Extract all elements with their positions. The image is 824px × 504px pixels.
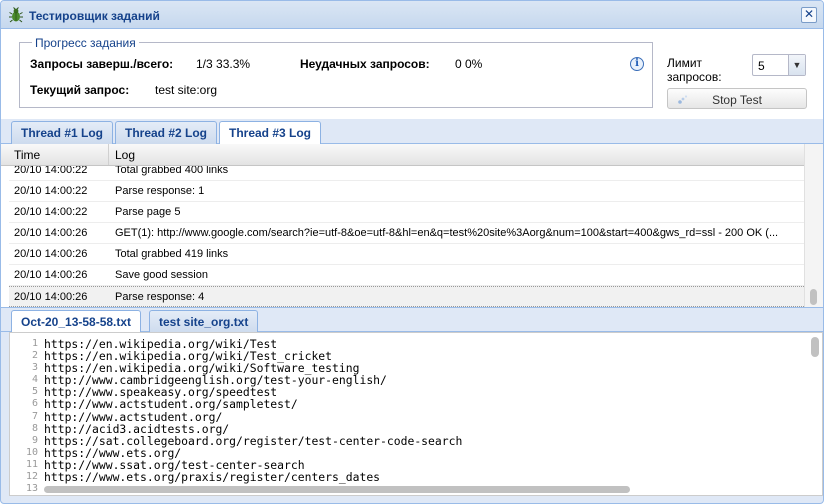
table-row[interactable]: 20/10 14:00:26 GET(1): http://www.google…	[9, 223, 804, 244]
log-grid: Time Log 20/10 14:00:22 Total grabbed 40…	[1, 144, 823, 307]
stop-test-button[interactable]: Stop Test	[667, 88, 807, 109]
row-time: 20/10 14:00:22	[14, 166, 88, 176]
info-icon[interactable]: i	[630, 57, 644, 71]
limit-select[interactable]: 5 ▼	[752, 54, 806, 76]
row-log: Parse page 5	[115, 206, 181, 218]
done-value: 1/3 33.3%	[196, 57, 251, 71]
progress-area: Прогресс задания Запросы заверш./всего: …	[1, 29, 823, 119]
tab-file-results[interactable]: test site_org.txt	[149, 310, 259, 333]
row-log: Parse response: 4	[115, 291, 205, 303]
file-tab-bar: Oct-20_13-58-58.txt test site_org.txt	[1, 307, 823, 334]
title-bar[interactable]: Тестировщик заданий ✕	[1, 1, 823, 29]
line-number: 10	[25, 446, 38, 458]
line-number: 6	[31, 398, 38, 410]
code-area[interactable]: https://en.wikipedia.org/wiki/Test https…	[44, 338, 804, 486]
row-time: 20/10 14:00:26	[14, 269, 88, 281]
limit-label-text: Лимит запросов:	[667, 56, 722, 84]
tab-thread-1[interactable]: Thread #1 Log	[11, 121, 114, 144]
table-row[interactable]: 20/10 14:00:26 Total grabbed 419 links	[9, 244, 804, 265]
thread-tab-bar: Thread #1 Log Thread #2 Log Thread #3 Lo…	[1, 119, 823, 145]
row-time: 20/10 14:00:26	[14, 227, 88, 239]
line-number: 9	[31, 434, 38, 446]
log-scrollbar-thumb[interactable]	[810, 289, 817, 305]
results-editor[interactable]: 1 2 3 4 5 6 7 8 9 10 11 12 13 https://en…	[9, 332, 823, 496]
editor-horizontal-scrollbar[interactable]	[44, 486, 630, 493]
tab-thread-2[interactable]: Thread #2 Log	[115, 121, 218, 144]
row-time: 20/10 14:00:22	[14, 206, 88, 218]
line-number: 11	[25, 458, 38, 470]
code-line: http://acid3.acidtests.org/	[44, 421, 230, 436]
row-time: 20/10 14:00:22	[14, 185, 88, 197]
line-number: 12	[25, 471, 38, 483]
line-number: 3	[31, 362, 38, 374]
task-tester-window: Тестировщик заданий ✕ Прогресс задания З…	[0, 0, 824, 504]
code-line: http://www.actstudent.org/	[44, 409, 223, 424]
code-line: http://www.actstudent.org/sampletest/	[44, 397, 298, 412]
table-row[interactable]: 20/10 14:00:22 Parse page 5	[9, 202, 804, 223]
stop-test-label: Stop Test	[712, 93, 762, 107]
tab-thread-3[interactable]: Thread #3 Log	[219, 121, 322, 145]
line-number: 1	[31, 338, 38, 349]
window-title: Тестировщик заданий	[29, 9, 160, 23]
progress-fieldset: Прогресс задания Запросы заверш./всего: …	[19, 36, 653, 108]
column-header-time[interactable]: Time	[9, 144, 109, 165]
log-scrollbar[interactable]	[804, 144, 823, 307]
log-grid-body: 20/10 14:00:22 Total grabbed 400 links 2…	[9, 166, 804, 307]
editor-vertical-scrollbar[interactable]	[811, 337, 819, 357]
progress-legend: Прогресс задания	[32, 36, 139, 50]
table-row[interactable]: 20/10 14:00:22 Total grabbed 400 links	[9, 166, 804, 181]
line-number: 13	[25, 483, 38, 495]
line-number: 5	[31, 386, 38, 398]
table-row-selected[interactable]: 20/10 14:00:26 Parse response: 4	[9, 286, 804, 307]
current-value: test site:org	[155, 83, 218, 97]
table-row[interactable]: 20/10 14:00:26 Save good session	[9, 265, 804, 286]
row-log: Save good session	[115, 269, 208, 281]
row-time: 20/10 14:00:26	[14, 291, 88, 303]
column-header-log[interactable]: Log	[110, 144, 804, 165]
line-number: 7	[31, 410, 38, 422]
code-line: https://www.ets.org/praxis/register/cent…	[44, 470, 381, 485]
row-log: Parse response: 1	[115, 185, 205, 197]
row-log: GET(1): http://www.google.com/search?ie=…	[115, 227, 779, 239]
failed-value: 0 0%	[455, 57, 483, 71]
chevron-down-icon[interactable]: ▼	[788, 55, 805, 75]
line-number: 4	[31, 374, 38, 386]
close-icon[interactable]: ✕	[801, 7, 817, 23]
limit-label: Лимит запросов:	[667, 56, 751, 84]
failed-label: Неудачных запросов:	[300, 57, 430, 71]
tab-file-log[interactable]: Oct-20_13-58-58.txt	[11, 310, 142, 334]
line-number: 2	[31, 350, 38, 362]
table-row[interactable]: 20/10 14:00:22 Parse response: 1	[9, 181, 804, 202]
line-number-gutter: 1 2 3 4 5 6 7 8 9 10 11 12 13	[10, 338, 38, 495]
log-grid-header: Time Log	[1, 144, 804, 166]
line-number: 8	[31, 422, 38, 434]
row-log: Total grabbed 419 links	[115, 248, 229, 260]
row-time: 20/10 14:00:26	[14, 248, 88, 260]
bug-icon	[9, 7, 23, 23]
current-label: Текущий запрос:	[30, 83, 130, 97]
done-label: Запросы заверш./всего:	[30, 57, 174, 71]
limit-value: 5	[758, 59, 765, 73]
row-log: Total grabbed 400 links	[115, 166, 229, 176]
